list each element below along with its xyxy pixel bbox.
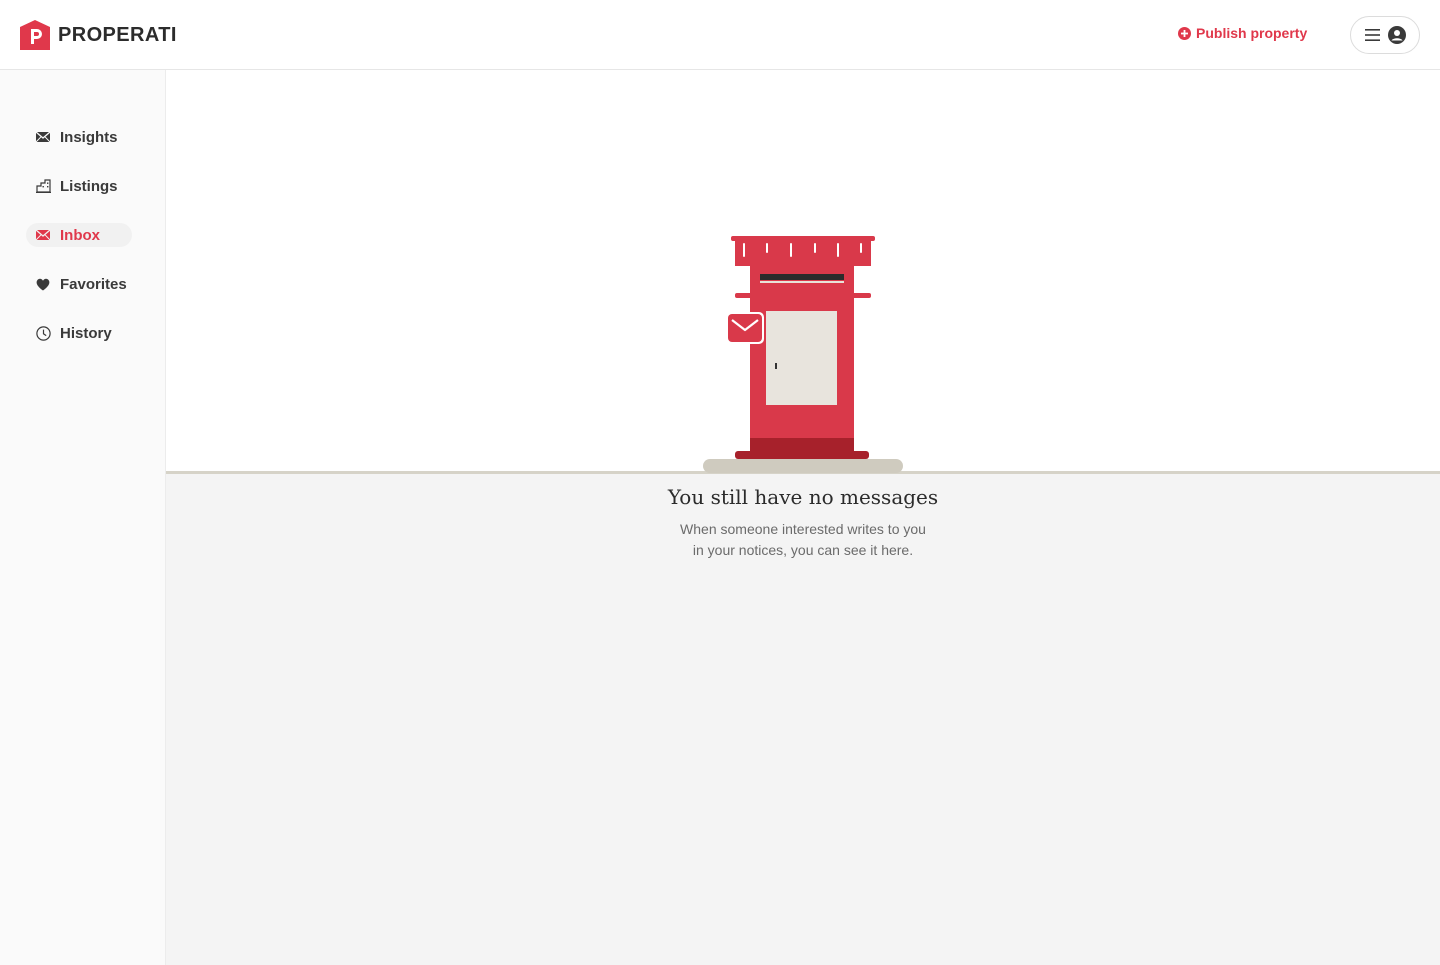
clock-icon [35, 325, 51, 341]
user-menu-button[interactable] [1350, 16, 1420, 54]
sidebar-item-label: Inbox [60, 226, 100, 244]
logo-mark-icon [20, 20, 50, 50]
envelope-icon [35, 129, 51, 145]
sidebar-item-inbox[interactable]: Inbox [26, 223, 132, 247]
building-icon [35, 178, 51, 194]
empty-state-title: You still have no messages [667, 485, 939, 509]
logo-wordmark: PROPERATI [58, 23, 177, 46]
sidebar-item-label: Insights [60, 128, 118, 146]
sidebar-item-favorites[interactable]: Favorites [26, 272, 132, 296]
hamburger-icon [1364, 29, 1380, 41]
empty-state-description: When someone interested writes to you in… [650, 519, 956, 561]
plus-circle-icon [1178, 26, 1191, 40]
sidebar-item-history[interactable]: History [26, 321, 132, 345]
sidebar-item-label: Listings [60, 177, 118, 195]
top-header: PROPERATI Publish property [0, 0, 1440, 70]
properati-logo[interactable]: PROPERATI [20, 20, 177, 50]
sidebar-item-listings[interactable]: Listings [26, 174, 132, 198]
envelope-icon [35, 227, 51, 243]
publish-property-link[interactable]: Publish property [1178, 25, 1307, 41]
sidebar-item-label: History [60, 324, 112, 342]
publish-property-label: Publish property [1196, 25, 1308, 41]
user-avatar-icon [1387, 26, 1406, 44]
mailbox-illustration [703, 236, 903, 473]
sidebar: Insights Listings Inbox Favorites Histor… [0, 70, 166, 965]
empty-state-line-2: in your notices, you can see it here. [692, 542, 914, 558]
sidebar-item-label: Favorites [60, 275, 127, 293]
sidebar-item-insights[interactable]: Insights [26, 125, 132, 149]
heart-icon [35, 276, 51, 292]
empty-state-line-1: When someone interested writes to you [680, 521, 926, 537]
